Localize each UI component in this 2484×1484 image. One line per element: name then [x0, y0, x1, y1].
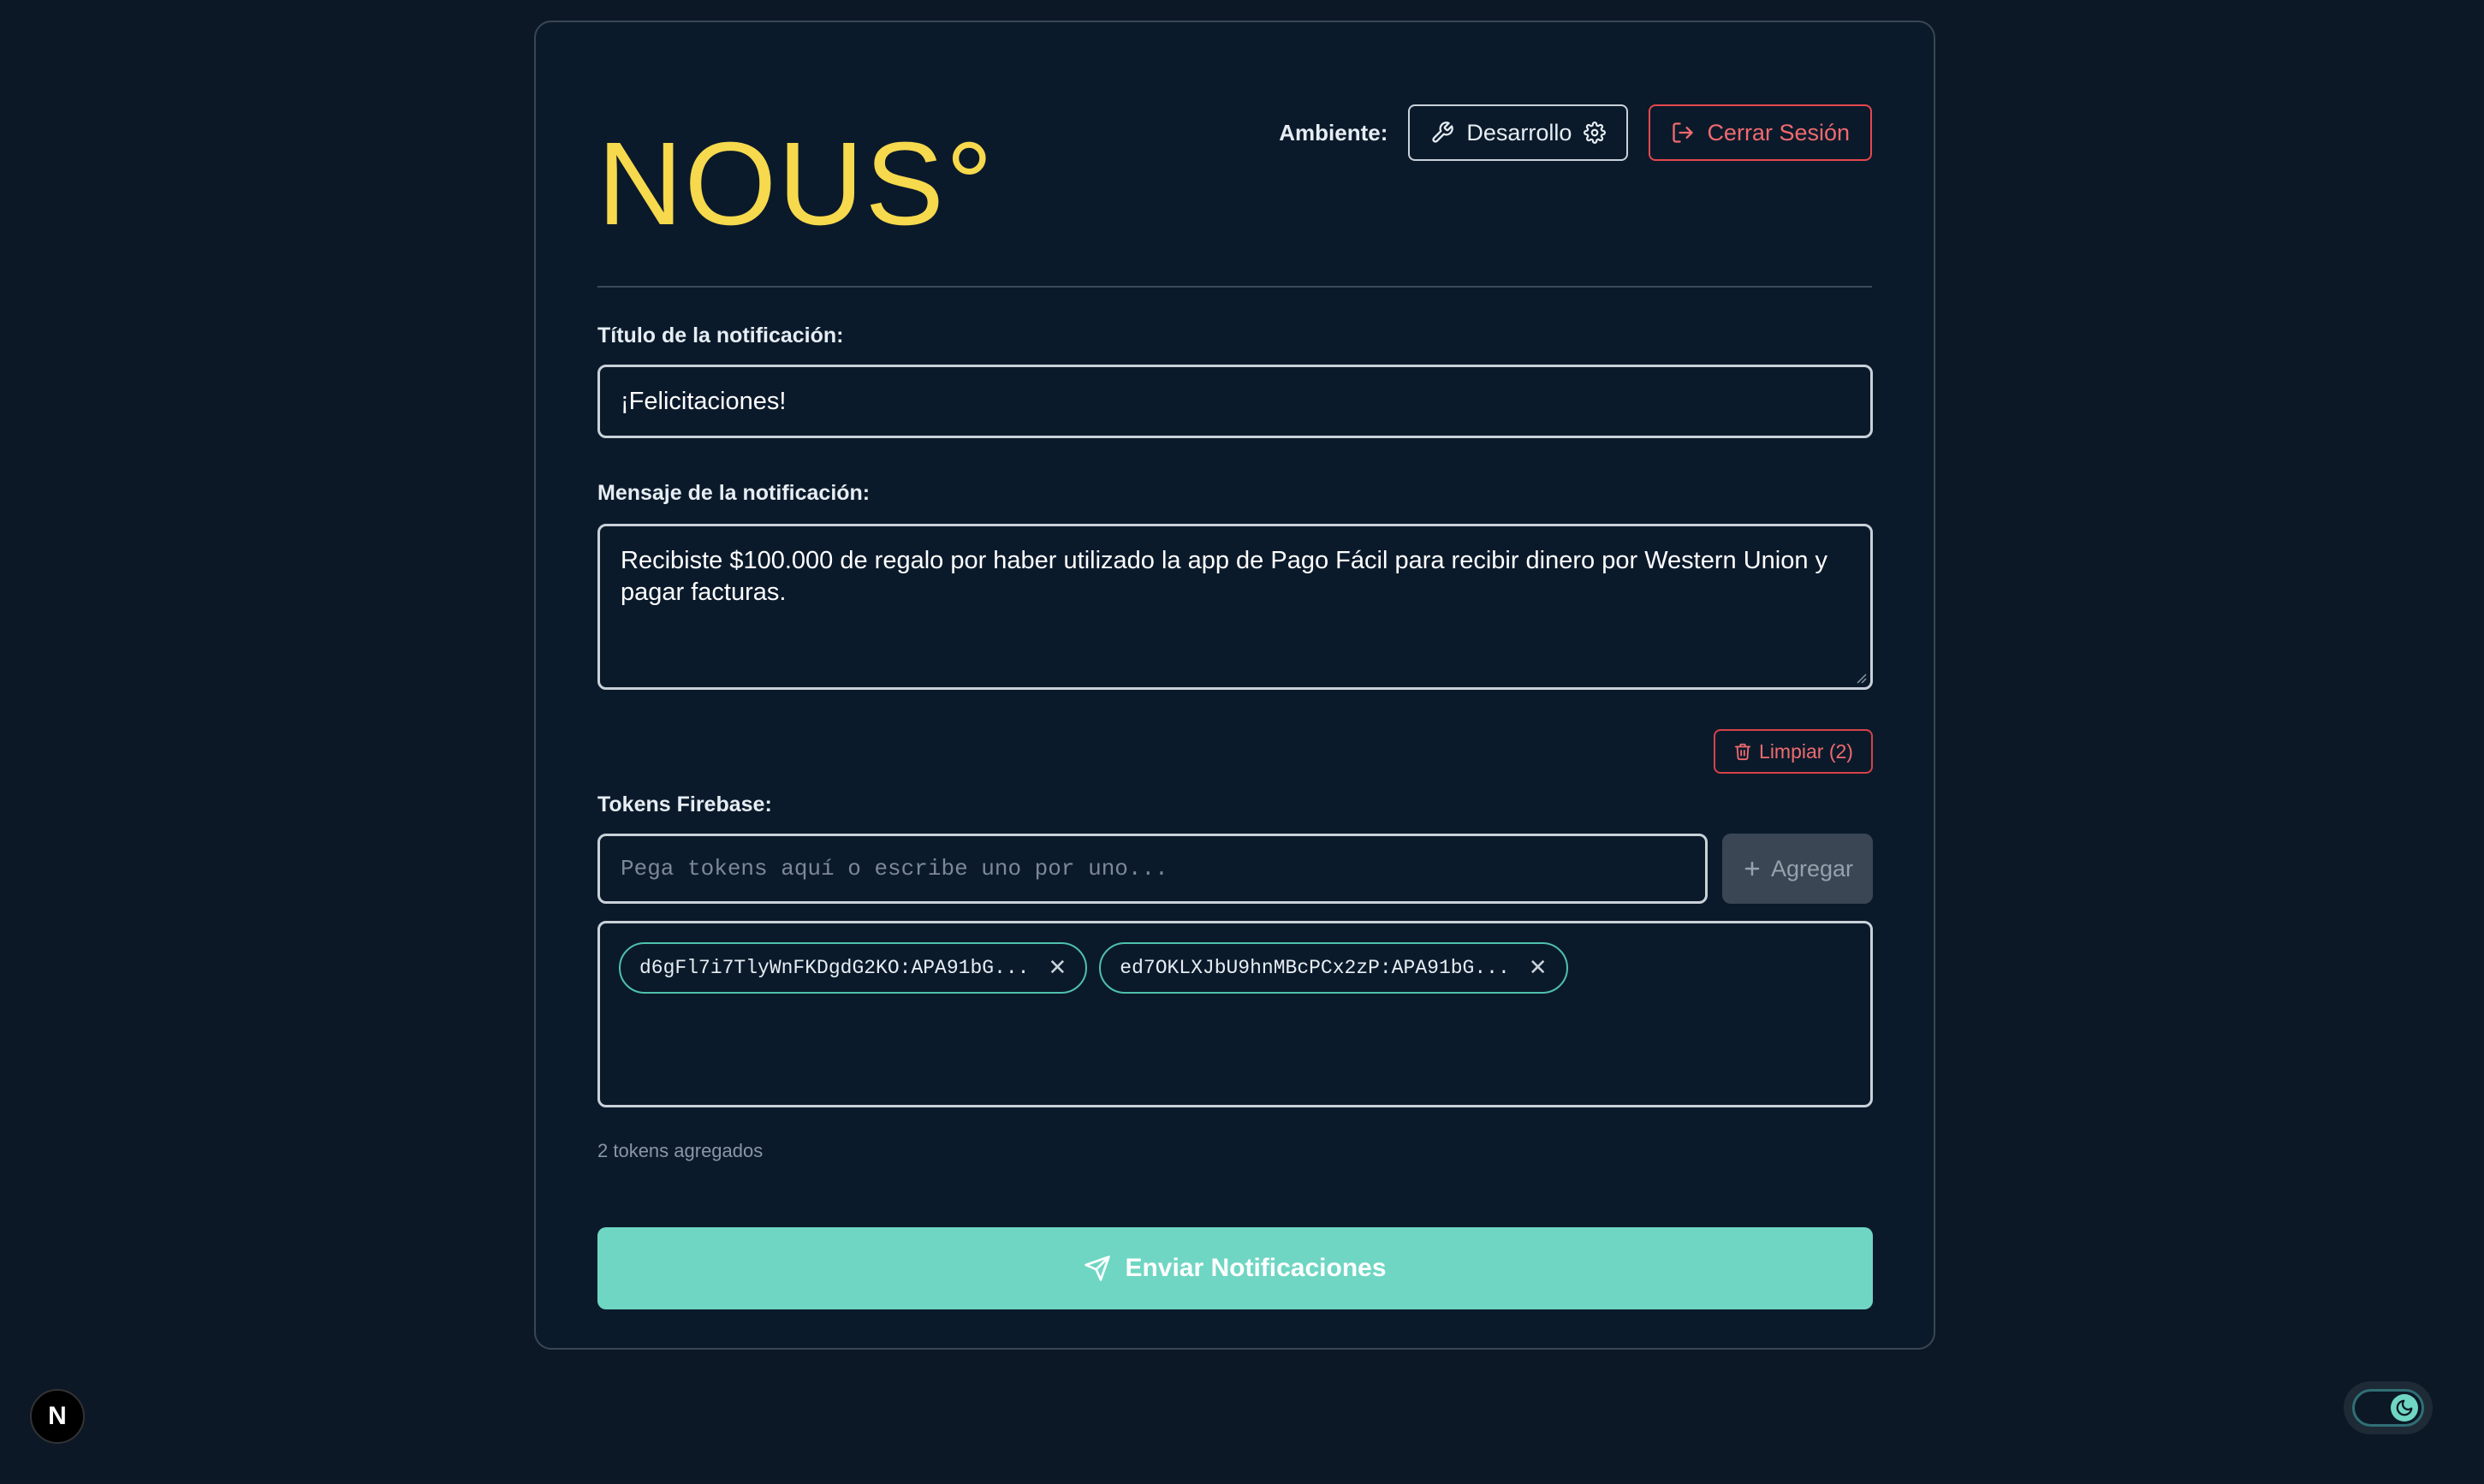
send-notifications-button[interactable]: Enviar Notificaciones	[597, 1227, 1873, 1309]
title-field-label: Título de la notificación:	[597, 324, 844, 347]
notification-card: NOUS° Ambiente: Desarrollo Cerrar Sesión…	[534, 21, 1935, 1350]
environment-label: Ambiente:	[1279, 119, 1388, 145]
remove-token-icon[interactable]: ✕	[1529, 957, 1548, 979]
nous-logo: NOUS°	[597, 118, 995, 250]
environment-button[interactable]: Desarrollo	[1408, 104, 1629, 161]
tokens-field-label: Tokens Firebase:	[597, 792, 772, 816]
remove-token-icon[interactable]: ✕	[1048, 957, 1067, 979]
token-list: d6gFl7i7TlyWnFKDgdG2KO:APA91bG... ✕ ed7O…	[597, 921, 1873, 1107]
theme-toggle[interactable]	[2352, 1389, 2424, 1427]
header-actions: Ambiente: Desarrollo Cerrar Sesión	[1279, 104, 1872, 161]
token-count: 2 tokens agregados	[597, 1140, 764, 1161]
nextjs-dev-badge[interactable]: N	[30, 1389, 85, 1444]
send-icon	[1084, 1255, 1111, 1282]
token-chip: d6gFl7i7TlyWnFKDgdG2KO:APA91bG... ✕	[619, 942, 1088, 994]
token-input[interactable]: Pega tokens aquí o escribe uno por uno..…	[597, 834, 1708, 904]
token-chip-text: d6gFl7i7TlyWnFKDgdG2KO:APA91bG...	[639, 957, 1030, 979]
wrench-icon	[1430, 121, 1454, 145]
message-field-label: Mensaje de la notificación:	[597, 481, 871, 505]
gear-icon	[1584, 122, 1607, 144]
clear-tokens-button[interactable]: Limpiar (2)	[1714, 729, 1873, 774]
environment-value: Desarrollo	[1466, 119, 1572, 145]
logout-button[interactable]: Cerrar Sesión	[1649, 104, 1872, 161]
token-chip: ed7OKLXJbU9hnMBcPCx2zP:APA91bG... ✕	[1099, 942, 1568, 994]
add-token-label: Agregar	[1770, 855, 1854, 881]
title-input[interactable]: ¡Felicitaciones!	[597, 365, 1873, 438]
token-chip-text: ed7OKLXJbU9hnMBcPCx2zP:APA91bG...	[1120, 957, 1510, 979]
message-text: Recibiste $100.000 de regalo por haber u…	[621, 547, 1828, 606]
theme-toggle-container	[2344, 1381, 2433, 1434]
nextjs-logo-icon: N	[48, 1402, 67, 1430]
add-token-button[interactable]: Agregar	[1722, 834, 1873, 904]
logout-label: Cerrar Sesión	[1707, 119, 1850, 145]
clear-tokens-label: Limpiar (2)	[1759, 739, 1853, 763]
header: NOUS° Ambiente: Desarrollo Cerrar Sesión	[597, 84, 1872, 288]
moon-icon	[2391, 1394, 2418, 1422]
send-notifications-label: Enviar Notificaciones	[1125, 1254, 1387, 1282]
token-input-placeholder: Pega tokens aquí o escribe uno por uno..…	[621, 856, 1168, 881]
plus-icon	[1742, 858, 1762, 879]
trash-icon	[1733, 742, 1752, 761]
message-textarea[interactable]: Recibiste $100.000 de regalo por haber u…	[597, 524, 1873, 690]
logout-icon	[1671, 121, 1695, 145]
resize-handle-icon[interactable]	[1855, 672, 1867, 684]
